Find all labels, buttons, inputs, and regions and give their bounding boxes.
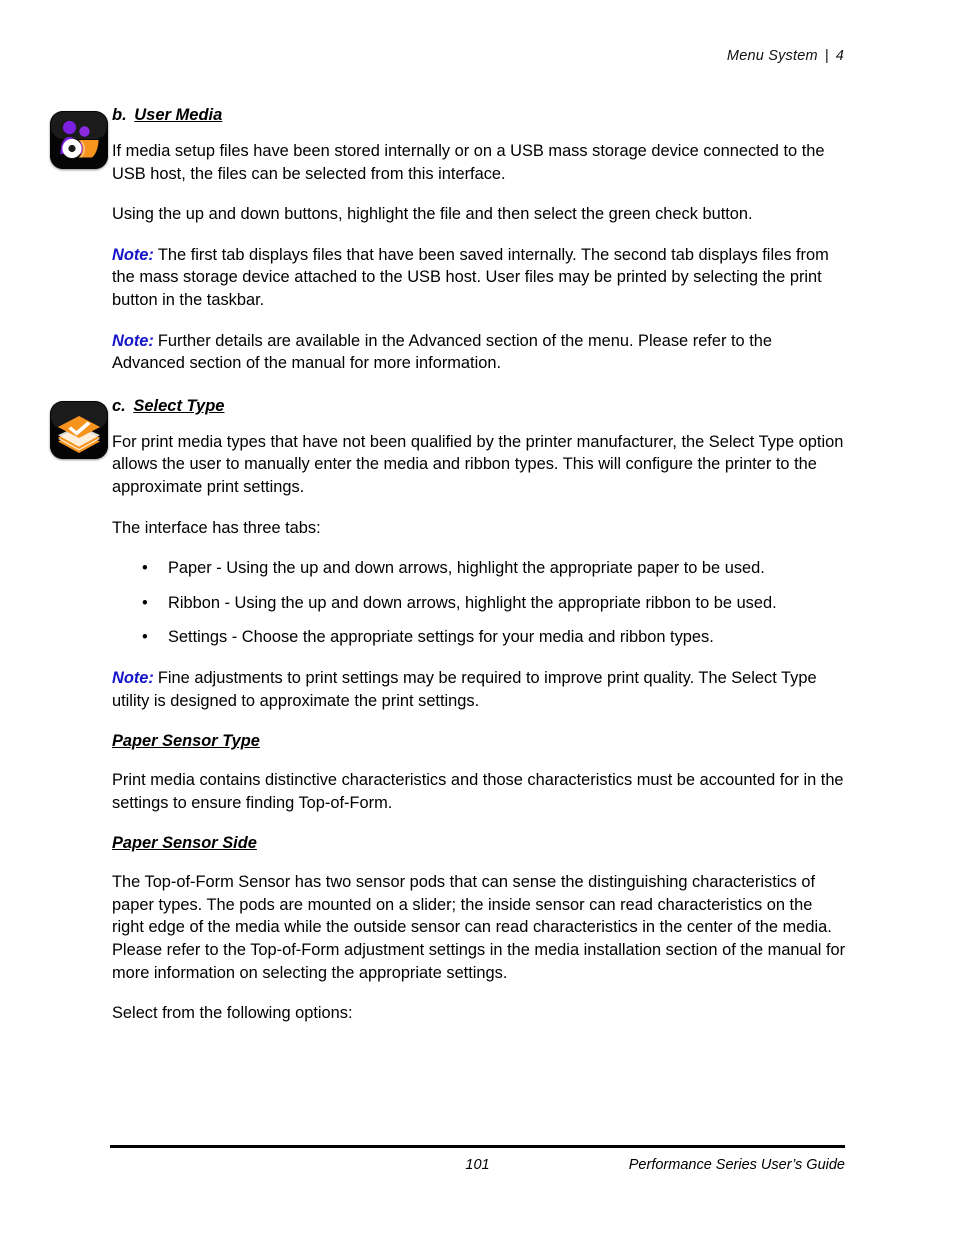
list-item-text: Settings - Choose the appropriate settin… bbox=[168, 628, 714, 647]
subsection-heading: Paper Sensor Type bbox=[112, 732, 260, 751]
header-chapter-number: 4 bbox=[835, 48, 844, 64]
paragraph: If media setup files have been stored in… bbox=[112, 142, 825, 183]
guide-title: Performance Series User’s Guide bbox=[628, 1157, 845, 1173]
section-letter: c. bbox=[112, 396, 126, 415]
paragraph: Print media contains distinctive charact… bbox=[112, 771, 844, 812]
list-item: • Ribbon - Using the up and down arrows,… bbox=[112, 592, 846, 615]
page-footer: 101 Performance Series User’s Guide bbox=[110, 1135, 845, 1235]
paragraph: For print media types that have not been… bbox=[112, 432, 844, 496]
note-text: Fine adjustments to print settings may b… bbox=[112, 668, 817, 710]
paragraph: The interface has three tabs: bbox=[112, 518, 321, 537]
user-media-icon bbox=[50, 111, 108, 169]
subsection-paper-sensor-type: Paper Sensor Type Print media contains d… bbox=[112, 730, 846, 814]
list-item: • Settings - Choose the appropriate sett… bbox=[112, 626, 846, 649]
section-title: User Media bbox=[134, 106, 223, 124]
page-header: Menu System | 4 bbox=[110, 48, 844, 64]
list-item-text: Ribbon - Using the up and down arrows, h… bbox=[168, 593, 777, 612]
paragraph: Using the up and down buttons, highlight… bbox=[112, 205, 753, 224]
paragraph: Select from the following options: bbox=[112, 1004, 353, 1023]
list-item-text: Paper - Using the up and down arrows, hi… bbox=[168, 559, 765, 578]
note-label: Note: bbox=[112, 668, 154, 687]
note: Note: The first tab displays files that h… bbox=[112, 244, 846, 312]
bullet-marker: • bbox=[142, 559, 148, 578]
note-label: Note: bbox=[112, 245, 154, 264]
header-chapter-title: Menu System bbox=[726, 48, 818, 64]
list-item: • Paper - Using the up and down arrows, … bbox=[112, 557, 846, 580]
header-separator: | bbox=[824, 48, 829, 64]
bullet-marker: • bbox=[142, 628, 148, 647]
note-text: The first tab displays files that have b… bbox=[112, 245, 829, 309]
section-select-type: c. Select Type For print media types tha… bbox=[50, 395, 846, 712]
subsection-paper-sensor-side: Paper Sensor Side The Top-of-Form Sensor… bbox=[112, 832, 846, 1025]
section-heading-user-media: b. User Media bbox=[112, 104, 846, 126]
paragraph: The Top-of-Form Sensor has two sensor po… bbox=[112, 873, 846, 982]
tabs-bullet-list: • Paper - Using the up and down arrows, … bbox=[112, 557, 846, 649]
bullet-marker: • bbox=[142, 593, 148, 612]
document-page: Menu System | 4 b. User Media If media s… bbox=[0, 0, 954, 1235]
select-type-icon bbox=[50, 400, 108, 459]
footer-row: 101 Performance Series User’s Guide bbox=[110, 1157, 845, 1179]
section-user-media: b. User Media If media setup files have … bbox=[50, 104, 846, 375]
note-text: Further details are available in the Adv… bbox=[112, 331, 772, 373]
note-label: Note: bbox=[112, 331, 154, 350]
section-letter: b. bbox=[112, 106, 127, 124]
footer-divider bbox=[110, 1145, 845, 1148]
subsection-heading: Paper Sensor Side bbox=[112, 834, 257, 853]
section-title: Select Type bbox=[133, 396, 225, 415]
page-content: b. User Media If media setup files have … bbox=[50, 104, 846, 1043]
note: Note: Further details are available in th… bbox=[112, 330, 846, 375]
section-heading-select-type: c. Select Type bbox=[112, 395, 846, 417]
note: Note: Fine adjustments to print settings … bbox=[112, 667, 846, 712]
